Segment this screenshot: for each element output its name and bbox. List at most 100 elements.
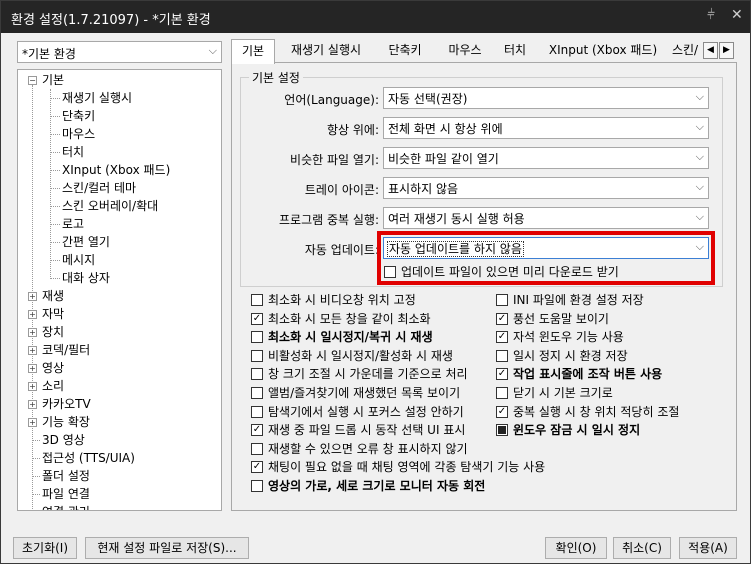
- tree-item[interactable]: 기본: [42, 71, 64, 89]
- always-on-top-select[interactable]: 전체 화면 시 항상 위에 ⌵: [383, 117, 709, 139]
- tree-item[interactable]: 연결 관리: [42, 503, 90, 510]
- expand-icon[interactable]: +: [28, 346, 37, 355]
- checked-checkbox-icon[interactable]: ✓: [251, 424, 263, 437]
- tree-item[interactable]: XInput (Xbox 패드): [62, 161, 170, 179]
- checked-checkbox-icon[interactable]: ✓: [496, 331, 508, 344]
- tree-item[interactable]: 터치: [62, 143, 84, 161]
- tree-item[interactable]: 파일 연결: [42, 485, 90, 503]
- unchecked-checkbox-icon[interactable]: [251, 294, 263, 306]
- unchecked-checkbox-icon[interactable]: [251, 405, 263, 418]
- cancel-button[interactable]: 취소(C): [613, 537, 671, 559]
- expand-icon[interactable]: +: [28, 310, 37, 319]
- tree-item[interactable]: 메시지: [62, 251, 95, 269]
- unchecked-checkbox-icon[interactable]: [251, 368, 263, 381]
- tab-basic[interactable]: 기본: [231, 39, 275, 64]
- tree-item[interactable]: 3D 영상: [42, 431, 85, 449]
- pin-icon[interactable]: ⫩: [707, 7, 715, 23]
- option-checkbox[interactable]: 영상의 가로, 세로 크기로 모니터 자동 회전: [251, 477, 485, 495]
- collapse-icon[interactable]: −: [28, 76, 37, 85]
- option-checkbox[interactable]: INI 파일에 환경 설정 저장: [496, 291, 726, 309]
- tree-connector: [50, 242, 60, 243]
- unchecked-checkbox-icon[interactable]: [496, 294, 508, 306]
- save-current-button[interactable]: 현재 설정 파일로 저장(S)...: [85, 537, 249, 559]
- tab-player-startup[interactable]: 재생기 실행시: [283, 39, 369, 63]
- tree-item[interactable]: 재생: [42, 287, 64, 305]
- option-checkbox[interactable]: 비활성화 시 일시정지/활성화 시 재생: [251, 347, 481, 365]
- tab-scroll-left-icon[interactable]: ◀: [703, 42, 718, 59]
- tab-skin[interactable]: 스킨/: [665, 39, 705, 63]
- unchecked-checkbox-icon[interactable]: [251, 387, 263, 399]
- unchecked-checkbox-icon[interactable]: [496, 349, 508, 362]
- option-checkbox[interactable]: 앨범/즐겨찾기에 재생했던 목록 보이기: [251, 384, 481, 402]
- tab-mouse[interactable]: 마우스: [439, 39, 491, 63]
- tree-item[interactable]: 간편 열기: [62, 233, 110, 251]
- expand-icon[interactable]: +: [28, 328, 37, 337]
- checked-checkbox-icon[interactable]: ✓: [251, 461, 263, 474]
- profile-select[interactable]: *기본 환경 ⌵: [17, 41, 222, 63]
- option-checkbox[interactable]: ✓ 중복 실행 시 창 위치 적당히 조절: [496, 403, 726, 421]
- option-checkbox[interactable]: 최소화 시 비디오창 위치 고정: [251, 291, 481, 309]
- option-checkbox[interactable]: 창 크기 조절 시 가운데를 기준으로 처리: [251, 365, 481, 383]
- option-checkbox[interactable]: 재생할 수 있으면 오류 창 표시하지 않기: [251, 440, 481, 458]
- tab-touch[interactable]: 터치: [497, 39, 533, 63]
- indeterminate-checkbox-icon[interactable]: [496, 424, 508, 437]
- unchecked-checkbox-icon[interactable]: [496, 387, 508, 399]
- tree-item[interactable]: 대화 상자: [62, 269, 110, 287]
- language-select[interactable]: 자동 선택(권장) ⌵: [383, 87, 709, 109]
- tree-item[interactable]: 스킨/컬러 테마: [62, 179, 136, 197]
- checked-checkbox-icon[interactable]: ✓: [496, 312, 508, 325]
- option-checkbox[interactable]: ✓ 최소화 시 모든 창을 같이 최소화: [251, 310, 481, 328]
- expand-icon[interactable]: +: [28, 364, 37, 373]
- similar-files-select[interactable]: 비슷한 파일 같이 열기 ⌵: [383, 147, 709, 169]
- expand-icon[interactable]: +: [28, 292, 37, 301]
- tree-item[interactable]: 코덱/필터: [42, 341, 90, 359]
- tree-item[interactable]: 영상: [42, 359, 64, 377]
- tree-item[interactable]: 자막: [42, 305, 64, 323]
- tab-scroll-right-icon[interactable]: ▶: [719, 42, 734, 59]
- ok-button[interactable]: 확인(O): [545, 537, 607, 559]
- tree-item[interactable]: 스킨 오버레이/확대: [62, 197, 158, 215]
- option-checkbox[interactable]: 윈도우 잠금 시 일시 정지: [496, 421, 726, 439]
- title-bar[interactable]: 환경 설정(1.7.21097) - *기본 환경 ⫩ ✕: [1, 1, 750, 33]
- option-checkbox[interactable]: 최소화 시 일시정지/복귀 시 재생: [251, 328, 481, 346]
- settings-tree[interactable]: − 기본 재생기 실행시 단축키 마우스 터치 XInput (Xbox 패드) 스킨/컬러 …: [17, 69, 222, 511]
- tree-item[interactable]: 소리: [42, 377, 64, 395]
- tab-xinput[interactable]: XInput (Xbox 패드): [541, 39, 665, 63]
- option-checkbox[interactable]: 탐색기에서 실행 시 포커스 설정 안하기: [251, 403, 481, 421]
- apply-button[interactable]: 적용(A): [679, 537, 737, 559]
- tray-icon-select[interactable]: 표시하지 않음 ⌵: [383, 177, 709, 199]
- unchecked-checkbox-icon[interactable]: [251, 349, 263, 362]
- option-checkbox[interactable]: 일시 정지 시 환경 저장: [496, 347, 726, 365]
- expand-icon[interactable]: +: [28, 400, 37, 409]
- option-checkbox[interactable]: ✓ 재생 중 파일 드롭 시 동작 선택 UI 표시: [251, 421, 481, 439]
- tree-item[interactable]: 기능 확장: [42, 413, 90, 431]
- tree-item[interactable]: 마우스: [62, 125, 95, 143]
- tree-item[interactable]: 로고: [62, 215, 84, 233]
- checked-checkbox-icon[interactable]: ✓: [496, 405, 508, 418]
- option-checkbox[interactable]: ✓ 자석 윈도우 기능 사용: [496, 328, 726, 346]
- tree-item[interactable]: 접근성 (TTS/UIA): [42, 449, 135, 467]
- tab-hotkeys[interactable]: 단축키: [379, 39, 431, 63]
- option-checkbox[interactable]: ✓ 작업 표시줄에 조작 버튼 사용: [496, 365, 726, 383]
- checked-checkbox-icon[interactable]: ✓: [251, 312, 263, 325]
- option-checkbox[interactable]: 닫기 시 기본 크기로: [496, 384, 726, 402]
- always-on-top-value: 전체 화면 시 항상 위에: [388, 122, 503, 136]
- multi-instance-select[interactable]: 여러 재생기 동시 실행 허용 ⌵: [383, 207, 709, 229]
- tree-item-label: 스킨 오버레이/확대: [62, 199, 159, 213]
- option-checkbox[interactable]: ✓ 채팅이 필요 없을 때 채팅 영역에 각종 탐색기 기능 사용: [251, 458, 545, 476]
- tree-item[interactable]: 폴더 설정: [42, 467, 90, 485]
- unchecked-checkbox-icon[interactable]: [251, 480, 263, 492]
- checkbox-label: 최소화 시 비디오창 위치 고정: [268, 293, 416, 307]
- checked-checkbox-icon[interactable]: ✓: [496, 368, 508, 381]
- tree-item[interactable]: 재생기 실행시: [62, 89, 132, 107]
- reset-button[interactable]: 초기화(I): [13, 537, 77, 559]
- option-checkbox[interactable]: ✓ 풍선 도움말 보이기: [496, 310, 726, 328]
- unchecked-checkbox-icon[interactable]: [251, 331, 263, 344]
- tree-item[interactable]: 카카오TV: [42, 395, 91, 413]
- tree-item[interactable]: 장치: [42, 323, 64, 341]
- close-icon[interactable]: ✕: [731, 7, 743, 23]
- expand-icon[interactable]: +: [28, 382, 37, 391]
- unchecked-checkbox-icon[interactable]: [251, 442, 263, 455]
- expand-icon[interactable]: +: [28, 418, 37, 427]
- tree-item[interactable]: 단축키: [62, 107, 95, 125]
